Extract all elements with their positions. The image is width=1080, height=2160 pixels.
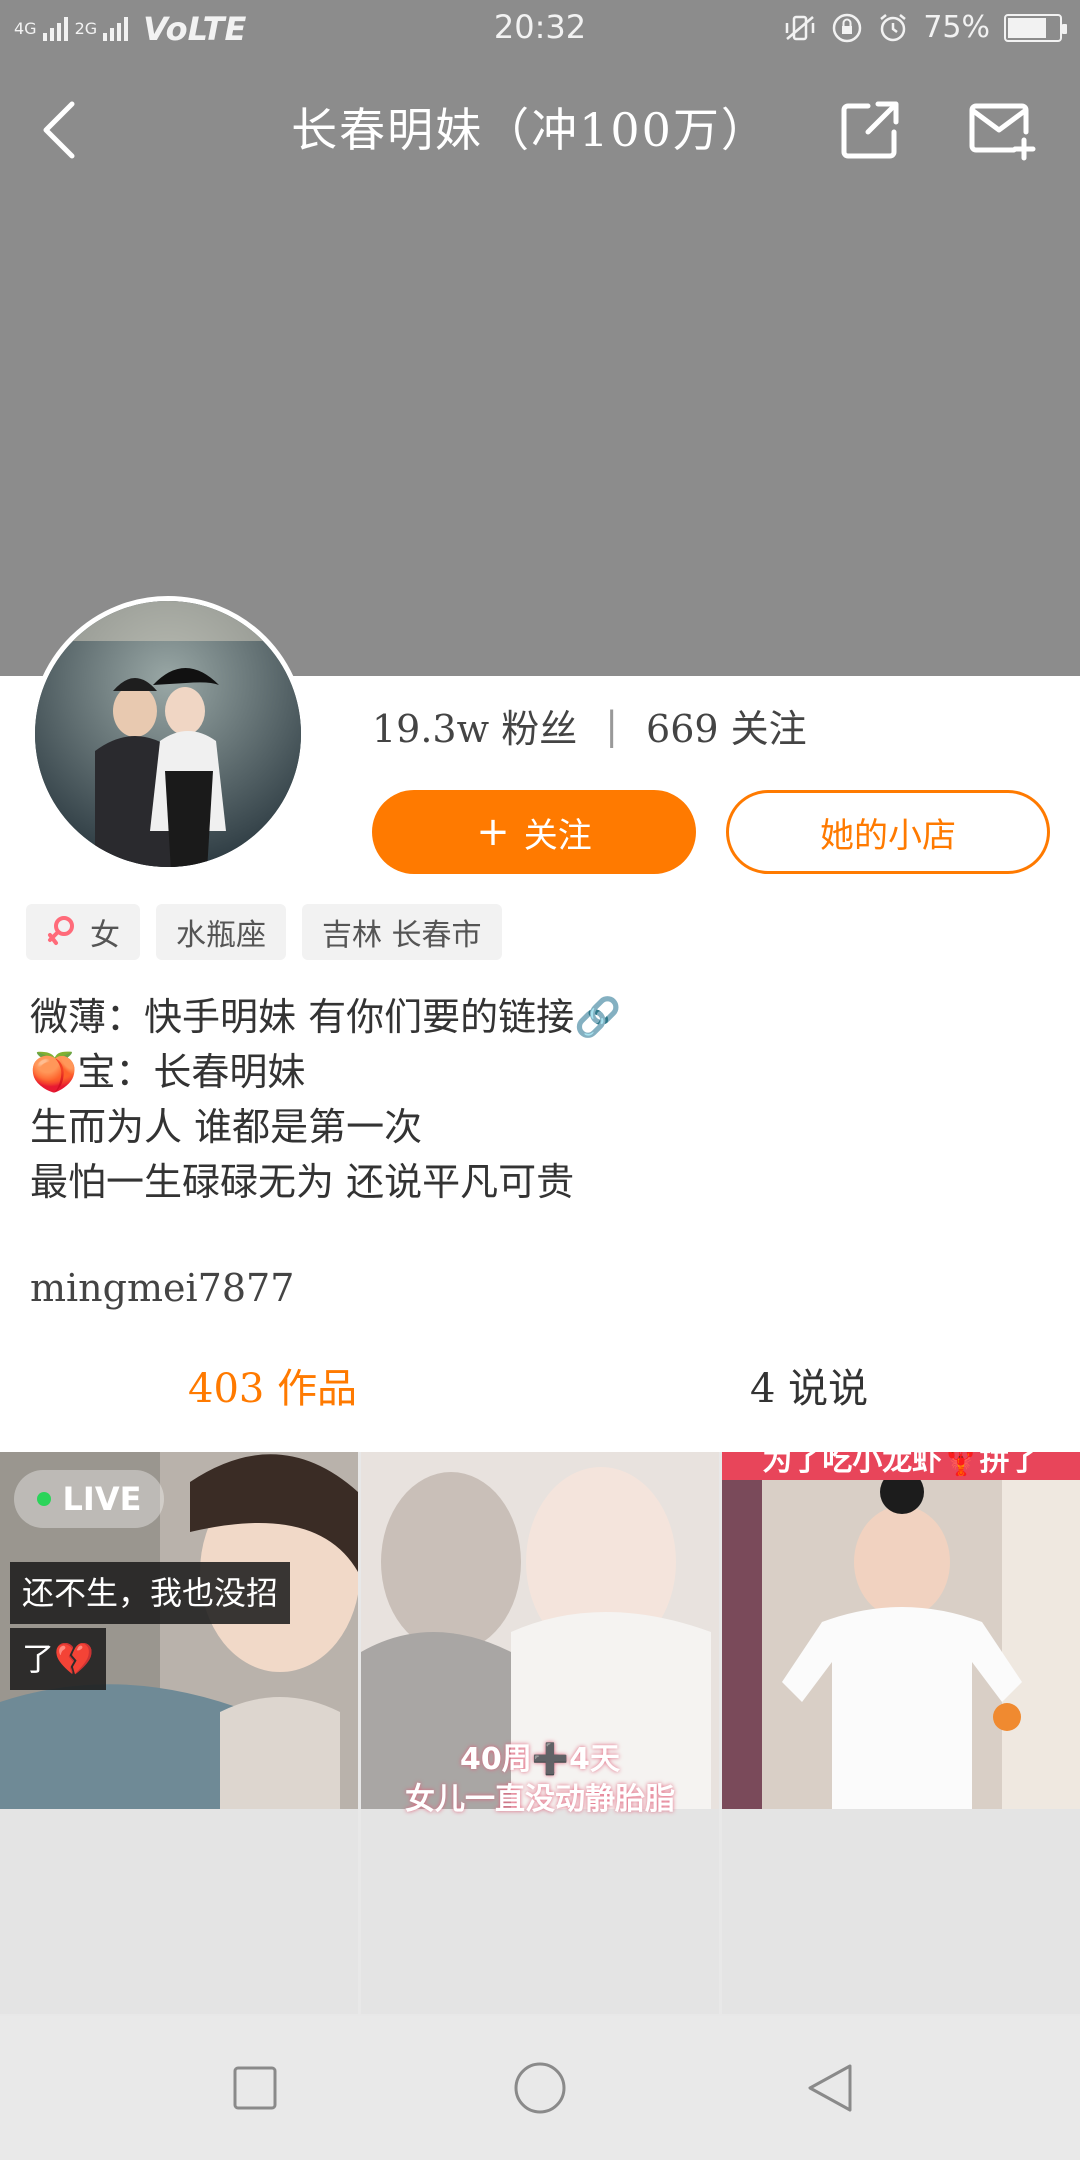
live-dot — [36, 1492, 51, 1506]
live-badge: LIVE — [14, 1470, 164, 1528]
tag-zodiac-label: 水瓶座 — [176, 918, 266, 953]
profile-stats: 19.3w 粉丝 | 669 关注 — [372, 698, 807, 753]
status-icons: 75% — [783, 10, 1067, 45]
profile-tags: 女 水瓶座 吉林 长春市 — [26, 904, 502, 960]
overlay-line-2: 女儿一直没动静胎脂 — [405, 1782, 675, 1817]
works-grid: LIVE 还不生，我也没招 了💔 40周➕4天 女儿一直没动静胎脂 为了吃小龙虾… — [0, 1452, 1080, 2016]
username: mingmei7877 — [30, 1266, 295, 1310]
profile-header-banner: 4G 2G VoLTE 20:32 75% 长春明妹（冲100万） — [0, 0, 1080, 676]
home-icon[interactable] — [510, 2058, 570, 2118]
follow-button-label: 关注 — [523, 815, 592, 856]
battery-fill — [1008, 17, 1046, 38]
bio-line-2: 🍑宝：长春明妹 — [30, 1045, 1050, 1100]
profile-bio: 微薄：快手明妹 有你们要的链接🔗 🍑宝：长春明妹 生而为人 谁都是第一次 最怕一… — [30, 990, 1050, 1210]
female-icon — [48, 916, 74, 945]
top-nav-bar: 长春明妹（冲100万） — [0, 80, 1080, 180]
message-add-icon[interactable] — [966, 98, 1040, 162]
tag-gender: 女 — [26, 904, 140, 960]
vibrate-mute-icon — [786, 15, 815, 40]
bio-line-3: 生而为人 谁都是第一次 — [30, 1105, 423, 1149]
thumbnail-3 — [722, 1452, 1080, 1809]
nav-back-icon[interactable] — [800, 2058, 860, 2118]
system-nav-bar — [0, 2016, 1080, 2160]
tag-location: 吉林 长春市 — [302, 904, 502, 960]
page-title: 长春明妹（冲100万） — [291, 103, 769, 157]
avatar[interactable] — [30, 596, 306, 872]
status-bar: 4G 2G VoLTE 20:32 75% — [0, 0, 1080, 56]
tag-zodiac: 水瓶座 — [156, 904, 286, 960]
tab-works[interactable]: 403 作品 — [188, 1356, 357, 1414]
overlay-line-1: 40周➕4天 — [460, 1742, 620, 1777]
shop-button[interactable]: 她的小店 — [726, 790, 1050, 874]
caption-line-1: 还不生，我也没招 — [10, 1562, 291, 1624]
bio-line-4: 最怕一生碌碌无为 还说平凡可贵 — [30, 1160, 575, 1204]
stats-divider: | — [605, 703, 619, 748]
follow-button[interactable]: + 关注 — [372, 790, 696, 874]
bio-line-2-text: 宝：长春明妹 — [77, 1050, 306, 1094]
bio-line-1: 微薄：快手明妹 有你们要的链接🔗 — [30, 995, 622, 1039]
fans-count[interactable]: 19.3w 粉丝 — [372, 698, 577, 753]
following-count[interactable]: 669 关注 — [646, 698, 807, 753]
caption-line-2: 了💔 — [10, 1628, 106, 1690]
live-label: LIVE — [62, 1480, 142, 1518]
share-icon[interactable] — [838, 98, 902, 162]
tab-posts[interactable]: 4 说说 — [750, 1356, 868, 1414]
peach-emoji: 🍑 — [30, 1050, 78, 1094]
grid-item[interactable]: LIVE 还不生，我也没招 了💔 — [0, 1452, 358, 2014]
back-arrow-icon[interactable] — [30, 98, 94, 162]
shop-button-label: 她的小店 — [820, 815, 956, 856]
recent-apps-icon[interactable] — [225, 2058, 285, 2118]
battery-icon — [1004, 13, 1067, 42]
tag-gender-label: 女 — [90, 918, 120, 953]
battery-percent: 75% — [923, 10, 990, 45]
rotation-lock-icon — [833, 13, 862, 42]
tag-location-label: 吉林 长春市 — [322, 918, 482, 953]
avatar-photo — [35, 601, 301, 867]
alarm-icon — [880, 13, 907, 41]
grid-item[interactable]: 为了吃小龙虾🦞拼了 — [722, 1452, 1080, 2014]
grid-item[interactable]: 40周➕4天 女儿一直没动静胎脂 — [361, 1452, 719, 2014]
overlay-top: 为了吃小龙虾🦞拼了 — [722, 1452, 1080, 1480]
plus-icon: + — [476, 809, 510, 855]
